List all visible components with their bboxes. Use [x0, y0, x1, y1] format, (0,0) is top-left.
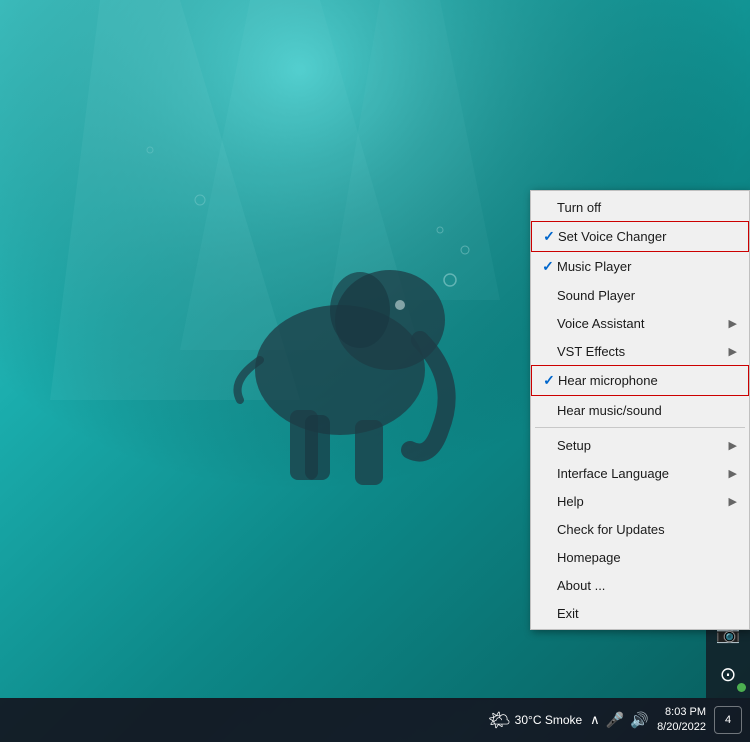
menu-item-music-player[interactable]: ✓ Music Player: [531, 252, 749, 281]
tray-mic-icon[interactable]: 🎤: [606, 711, 625, 729]
check-updates-label: Check for Updates: [557, 522, 737, 537]
voice-assistant-arrow: ▶: [729, 317, 737, 330]
menu-item-set-voice-changer[interactable]: ✓ Set Voice Changer: [531, 221, 749, 252]
music-player-check: ✓: [539, 258, 557, 275]
menu-item-exit[interactable]: Exit: [531, 599, 749, 627]
setup-label: Setup: [557, 438, 725, 453]
menu-item-vst-effects[interactable]: VST Effects ▶: [531, 337, 749, 365]
tray-chevron[interactable]: ∧: [590, 712, 600, 728]
exit-label: Exit: [557, 606, 737, 621]
menu-item-about[interactable]: About ...: [531, 571, 749, 599]
homepage-label: Homepage: [557, 550, 737, 565]
interface-language-label: Interface Language: [557, 466, 725, 481]
menu-item-interface-language[interactable]: Interface Language ▶: [531, 459, 749, 487]
clock-date: 8/20/2022: [657, 720, 706, 735]
hear-microphone-label: Hear microphone: [558, 373, 736, 388]
music-player-label: Music Player: [557, 259, 737, 274]
setup-arrow: ▶: [729, 439, 737, 452]
menu-item-hear-music-sound[interactable]: Hear music/sound: [531, 396, 749, 424]
notification-badge[interactable]: 4: [714, 706, 742, 734]
menu-item-setup[interactable]: Setup ▶: [531, 431, 749, 459]
help-arrow: ▶: [729, 495, 737, 508]
menu-item-check-updates[interactable]: Check for Updates: [531, 515, 749, 543]
menu-item-sound-player[interactable]: Sound Player: [531, 281, 749, 309]
weather-icon: 🌤: [488, 710, 511, 731]
taskbar: 🌤 30°C Smoke ∧ 🎤 🔊 8:03 PM 8/20/2022 4: [0, 698, 750, 742]
menu-item-help[interactable]: Help ▶: [531, 487, 749, 515]
weather-text: 30°C Smoke: [515, 713, 583, 727]
set-voice-changer-check: ✓: [540, 228, 558, 245]
set-voice-changer-label: Set Voice Changer: [558, 229, 736, 244]
context-menu: Turn off ✓ Set Voice Changer ✓ Music Pla…: [530, 190, 750, 630]
help-label: Help: [557, 494, 725, 509]
clock[interactable]: 8:03 PM 8/20/2022: [657, 705, 706, 736]
vst-effects-arrow: ▶: [729, 345, 737, 358]
system-tray: ∧ 🎤 🔊: [590, 711, 649, 729]
clock-time: 8:03 PM: [665, 705, 706, 720]
menu-item-homepage[interactable]: Homepage: [531, 543, 749, 571]
taskbar-right: 🌤 30°C Smoke ∧ 🎤 🔊 8:03 PM 8/20/2022 4: [488, 705, 742, 736]
menu-item-hear-microphone[interactable]: ✓ Hear microphone: [531, 365, 749, 396]
separator-1: [535, 427, 745, 428]
about-label: About ...: [557, 578, 737, 593]
menu-item-voice-assistant[interactable]: Voice Assistant ▶: [531, 309, 749, 337]
interface-language-arrow: ▶: [729, 467, 737, 480]
hear-music-label: Hear music/sound: [557, 403, 737, 418]
tray-speaker-icon[interactable]: 🔊: [630, 711, 649, 729]
vst-effects-label: VST Effects: [557, 344, 725, 359]
weather-info: 🌤 30°C Smoke: [488, 710, 582, 731]
turn-off-label: Turn off: [557, 200, 737, 215]
sound-player-label: Sound Player: [557, 288, 737, 303]
notification-count: 4: [725, 714, 731, 726]
record-taskbar-icon[interactable]: ⊙: [708, 654, 748, 694]
menu-item-turn-off[interactable]: Turn off: [531, 193, 749, 221]
voice-assistant-label: Voice Assistant: [557, 316, 725, 331]
hear-microphone-check: ✓: [540, 372, 558, 389]
